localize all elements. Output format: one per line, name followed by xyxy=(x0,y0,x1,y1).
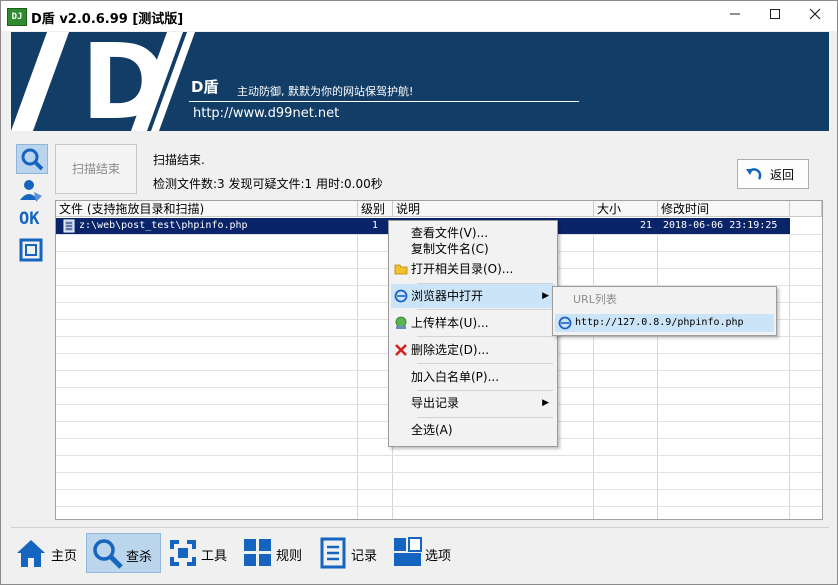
toolbar-label: 记录 xyxy=(351,549,378,564)
php-file-icon xyxy=(63,219,75,233)
grid-line xyxy=(56,455,822,456)
menu-item-add-whitelist[interactable]: 加入白名单(P)... xyxy=(391,365,555,389)
toolbar-options-button[interactable]: 选项 xyxy=(389,533,461,573)
menu-separator xyxy=(417,336,553,337)
submenu-arrow-icon: ▶ xyxy=(542,291,549,301)
menu-item-open-in-browser[interactable]: 浏览器中打开 ▶ xyxy=(391,284,555,308)
search-icon xyxy=(93,539,123,569)
grid-line xyxy=(357,218,358,519)
grid-line xyxy=(657,218,658,519)
banner-url-link[interactable]: http://www.d99net.net xyxy=(193,106,339,121)
toolbar-divider xyxy=(11,527,829,528)
folder-icon xyxy=(394,264,408,275)
scan-summary-text: 检测文件数:3 发现可疑文件:1 用时:0.00秒 xyxy=(153,177,383,191)
column-header-level[interactable]: 级别 xyxy=(358,201,393,217)
menu-item-label: 导出记录 xyxy=(411,396,460,410)
toolbar-label: 选项 xyxy=(425,549,452,564)
delete-icon xyxy=(395,344,407,356)
grid-line xyxy=(56,472,822,473)
minimize-button[interactable] xyxy=(715,1,755,31)
sidebar-window-button[interactable] xyxy=(16,236,46,264)
header-banner: D D盾 主动防御, 默默为你的网站保驾护航! http://www.d99ne… xyxy=(11,32,829,131)
menu-item-export-records[interactable]: 导出记录 ▶ xyxy=(391,391,555,415)
toolbar-log-button[interactable]: 记录 xyxy=(315,533,387,573)
file-path-cell: z:\web\post_test\phpinfo.php xyxy=(79,220,248,231)
menu-item-open-folder[interactable]: 打开相关目录(O)... xyxy=(391,257,555,281)
menu-item-label: 全选(A) xyxy=(411,423,453,437)
toolbar-label: 规则 xyxy=(276,549,303,564)
sidebar-search-button[interactable] xyxy=(16,144,48,174)
search-icon xyxy=(21,148,44,171)
toolbar-home-button[interactable]: 主页 xyxy=(11,533,83,573)
submenu-header: URL列表 xyxy=(573,293,617,306)
menu-separator xyxy=(417,309,553,310)
window-icon xyxy=(19,238,43,262)
back-button-label: 返回 xyxy=(770,168,795,182)
menu-item-upload-sample[interactable]: 上传样本(U)... xyxy=(391,311,555,335)
close-button[interactable] xyxy=(795,1,835,31)
menu-separator xyxy=(417,363,553,364)
close-icon xyxy=(809,8,821,20)
bottom-toolbar: 主页 查杀 工具 规则 记录 选项 xyxy=(11,533,829,575)
user-icon xyxy=(20,180,42,202)
submenu-url-label: http://127.0.8.9/phpinfo.php xyxy=(575,317,744,328)
back-button[interactable]: 返回 xyxy=(737,159,809,189)
grid-line xyxy=(56,489,822,490)
title-bar[interactable]: DJ D盾 v2.0.6.99 [测试版] xyxy=(1,1,837,31)
banner-stripe-decoration xyxy=(11,32,70,131)
options-icon xyxy=(394,537,422,566)
grid-line xyxy=(789,218,790,519)
context-menu: 查看文件(V)... 复制文件名(C) 打开相关目录(O)... 浏览器中打开 … xyxy=(388,220,558,447)
menu-item-label: 打开相关目录(O)... xyxy=(411,262,514,276)
scan-status-text: 扫描结束. xyxy=(153,153,205,167)
column-header-modified[interactable]: 修改时间 xyxy=(658,201,790,217)
sidebar-ok-button[interactable]: OK xyxy=(16,206,46,234)
ie-icon xyxy=(558,316,572,330)
column-header-file[interactable]: 文件 (支持拖放目录和扫描) xyxy=(56,201,358,217)
toolbar-label: 主页 xyxy=(51,549,78,564)
grid-line xyxy=(593,218,594,519)
rules-icon xyxy=(244,539,271,566)
log-icon xyxy=(320,537,346,569)
maximize-button[interactable] xyxy=(755,1,795,31)
level-cell: 1 xyxy=(372,220,379,231)
menu-item-select-all[interactable]: 全选(A) xyxy=(391,418,555,442)
window-title: D盾 v2.0.6.99 [测试版] xyxy=(31,12,184,27)
tools-icon xyxy=(170,540,196,566)
menu-item-label: 上传样本(U)... xyxy=(411,316,489,330)
banner-logo: D xyxy=(81,32,168,131)
submenu-url-item[interactable]: http://127.0.8.9/phpinfo.php xyxy=(555,314,774,332)
app-logo-icon: DJ xyxy=(7,8,27,26)
maximize-icon xyxy=(770,9,780,19)
toolbar-tools-button[interactable]: 工具 xyxy=(165,533,237,573)
menu-item-label: 浏览器中打开 xyxy=(411,289,484,303)
submenu-arrow-icon: ▶ xyxy=(542,398,549,408)
toolbar-scan-button[interactable]: 查杀 xyxy=(86,533,161,573)
modified-cell: 2018-06-06 23:19:25 xyxy=(663,220,778,231)
upload-icon xyxy=(395,316,407,329)
sidebar-user-button[interactable] xyxy=(16,176,46,204)
back-arrow-icon xyxy=(746,168,762,180)
ok-icon: OK xyxy=(19,209,40,229)
menu-item-label: 删除选定(D)... xyxy=(411,343,490,357)
menu-item-label: 加入白名单(P)... xyxy=(411,370,500,384)
ie-icon xyxy=(394,289,408,303)
grid-line xyxy=(56,506,822,507)
banner-product-name: D盾 xyxy=(191,78,219,96)
toolbar-rules-button[interactable]: 规则 xyxy=(240,533,312,573)
toolbar-label: 工具 xyxy=(201,549,228,564)
finish-scan-button[interactable]: 扫描结束 xyxy=(55,144,137,194)
url-list-submenu: URL列表 http://127.0.8.9/phpinfo.php xyxy=(552,286,777,336)
column-header-filler xyxy=(790,201,822,217)
size-cell: 21 xyxy=(640,220,653,231)
toolbar-label: 查杀 xyxy=(126,550,153,565)
menu-item-delete-selected[interactable]: 删除选定(D)... xyxy=(391,338,555,362)
home-icon xyxy=(17,540,45,567)
main-window: DJ D盾 v2.0.6.99 [测试版] D D盾 主动防御, 默默为你的网站… xyxy=(0,0,838,585)
column-header-size[interactable]: 大小 xyxy=(594,201,658,217)
banner-slogan: 主动防御, 默默为你的网站保驾护航! xyxy=(237,85,414,98)
column-header-desc[interactable]: 说明 xyxy=(393,201,594,217)
minimize-icon xyxy=(730,13,740,15)
banner-divider xyxy=(189,101,579,102)
